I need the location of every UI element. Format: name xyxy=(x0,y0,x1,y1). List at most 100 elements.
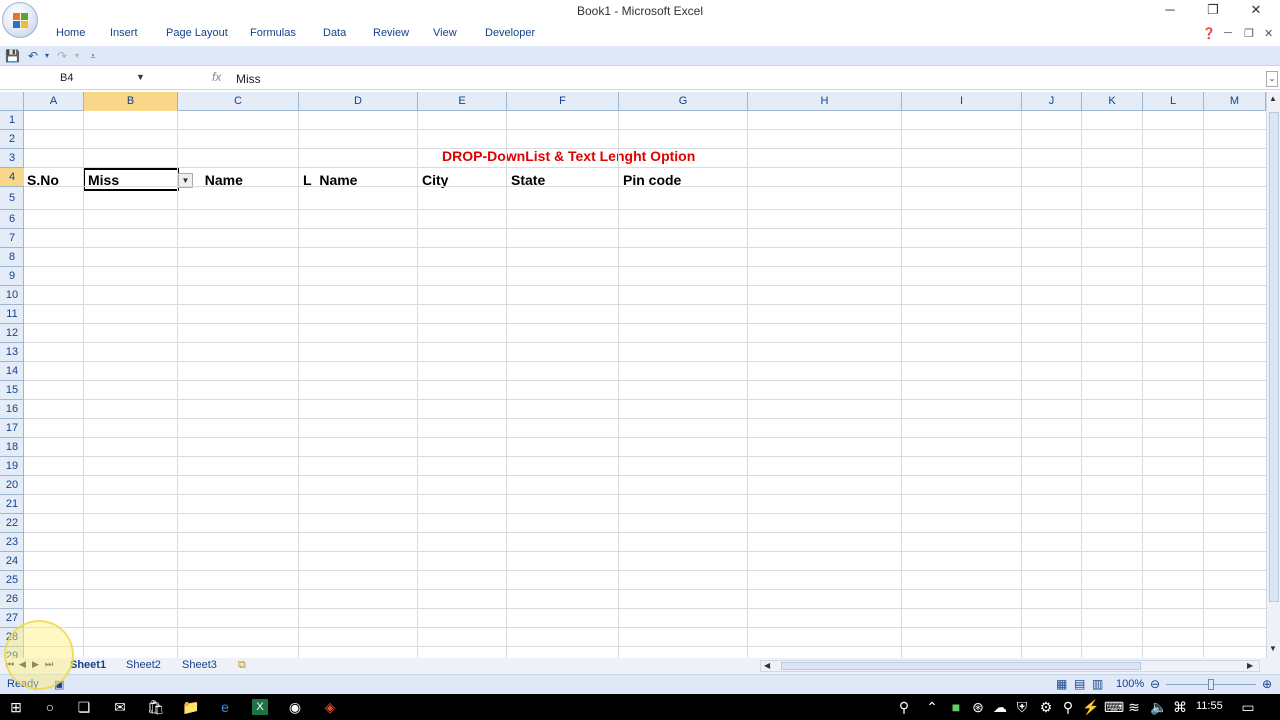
task-view-icon[interactable]: ❏ xyxy=(76,699,92,715)
name-box-dropdown-icon[interactable]: ▼ xyxy=(136,72,145,82)
edge-icon[interactable]: e xyxy=(217,699,233,715)
row-header-4[interactable]: 4 xyxy=(0,168,24,187)
chrome-icon[interactable]: ⊛ xyxy=(970,699,986,715)
row-header-12[interactable]: 12 xyxy=(0,324,24,343)
tab-data[interactable]: Data xyxy=(323,27,346,39)
row-header-23[interactable]: 23 xyxy=(0,533,24,552)
expand-formula-bar-icon[interactable]: ⌄ xyxy=(1266,71,1278,87)
column-header-m[interactable]: M xyxy=(1204,92,1266,111)
office-button[interactable] xyxy=(2,2,38,38)
horizontal-scrollbar[interactable]: ◀ ▶ xyxy=(760,660,1260,672)
start-icon[interactable]: ⊞ xyxy=(8,699,24,715)
help-icon[interactable]: ❓ xyxy=(1202,27,1216,40)
column-header-i[interactable]: I xyxy=(902,92,1022,111)
excel-icon[interactable]: X xyxy=(252,699,268,715)
onedrive-icon[interactable]: ☁ xyxy=(992,699,1008,715)
network-adapter-icon[interactable]: ⚙ xyxy=(1038,699,1054,715)
column-header-l[interactable]: L xyxy=(1143,92,1204,111)
people-icon[interactable]: ⚲ xyxy=(896,699,912,715)
row-header-9[interactable]: 9 xyxy=(0,267,24,286)
row-header-5[interactable]: 5 xyxy=(0,187,24,210)
mail-icon[interactable]: ✉ xyxy=(112,699,128,715)
close-button[interactable]: ✕ xyxy=(1246,2,1266,18)
zoom-in-icon[interactable]: ⊕ xyxy=(1262,677,1272,691)
row-header-20[interactable]: 20 xyxy=(0,476,24,495)
row-header-16[interactable]: 16 xyxy=(0,400,24,419)
formula-input[interactable]: Miss xyxy=(236,72,261,86)
undo-icon[interactable]: ↶ xyxy=(26,49,40,63)
horizontal-scroll-thumb[interactable] xyxy=(781,662,1141,670)
worksheet-grid[interactable]: A B C D E F G H I J K L M 1 2 3 4 5 6 7 8 9 10 11 1… xyxy=(0,92,1266,660)
clock[interactable]: 11:55 xyxy=(1196,700,1223,712)
action-center-icon[interactable]: ▭ xyxy=(1240,699,1256,715)
column-header-b[interactable]: B xyxy=(84,92,178,111)
column-header-d[interactable]: D xyxy=(299,92,418,111)
column-header-e[interactable]: E xyxy=(418,92,507,111)
row-header-19[interactable]: 19 xyxy=(0,457,24,476)
sheet-title-cell[interactable]: DROP-DownList & Text Lenght Option xyxy=(442,148,695,164)
redo-icon[interactable]: ↷ xyxy=(55,49,69,63)
zoom-out-icon[interactable]: ⊖ xyxy=(1150,677,1160,691)
customize-toolbar-icon[interactable]: ⩡ xyxy=(86,49,100,63)
row-header-17[interactable]: 17 xyxy=(0,419,24,438)
tray-app-icon[interactable]: ■ xyxy=(948,699,964,715)
vertical-scroll-thumb[interactable] xyxy=(1269,112,1279,602)
app-icon[interactable]: ◈ xyxy=(322,699,338,715)
row-header-11[interactable]: 11 xyxy=(0,305,24,324)
undo-dropdown-icon[interactable]: ▾ xyxy=(40,49,54,63)
tab-developer[interactable]: Developer xyxy=(485,27,535,39)
row-header-1[interactable]: 1 xyxy=(0,111,24,130)
column-header-c[interactable]: C xyxy=(178,92,299,111)
ribbon-restore-icon[interactable]: ❐ xyxy=(1244,27,1254,40)
redo-dropdown-icon[interactable]: ▾ xyxy=(70,49,84,63)
row-header-25[interactable]: 25 xyxy=(0,571,24,590)
tab-view[interactable]: View xyxy=(433,27,457,39)
tray-expand-icon[interactable]: ⌃ xyxy=(924,699,940,715)
shield-icon[interactable]: ⛨ xyxy=(1014,699,1030,715)
name-box[interactable]: B4 xyxy=(2,70,148,88)
vertical-scrollbar[interactable]: ▲ ▼ xyxy=(1266,92,1280,660)
page-break-view-icon[interactable]: ▥ xyxy=(1092,677,1103,691)
normal-view-icon[interactable]: ▦ xyxy=(1056,677,1067,691)
row-header-10[interactable]: 10 xyxy=(0,286,24,305)
ribbon-minimize-icon[interactable]: ─ xyxy=(1224,27,1232,39)
media-icon[interactable]: ◉ xyxy=(287,699,303,715)
column-header-f[interactable]: F xyxy=(507,92,619,111)
row-header-6[interactable]: 6 xyxy=(0,210,24,229)
scroll-down-icon[interactable]: ▼ xyxy=(1269,644,1277,653)
scroll-right-icon[interactable]: ▶ xyxy=(1247,661,1253,670)
insert-sheet-icon[interactable]: ⧉ xyxy=(238,659,246,672)
row-header-18[interactable]: 18 xyxy=(0,438,24,457)
sheet-tab-sheet1[interactable]: Sheet1 xyxy=(70,659,106,671)
column-header-k[interactable]: K xyxy=(1082,92,1143,111)
scroll-up-icon[interactable]: ▲ xyxy=(1269,94,1277,103)
search-tray-icon[interactable]: ⚲ xyxy=(1060,699,1076,715)
restore-button[interactable]: ❐ xyxy=(1203,2,1223,18)
select-all-corner[interactable] xyxy=(0,92,24,111)
keyboard-icon[interactable]: ⌨ xyxy=(1104,699,1124,715)
column-header-a[interactable]: A xyxy=(24,92,84,111)
zoom-slider-handle[interactable] xyxy=(1208,679,1214,690)
row-header-13[interactable]: 13 xyxy=(0,343,24,362)
row-header-15[interactable]: 15 xyxy=(0,381,24,400)
wifi-icon[interactable]: ≋ xyxy=(1126,699,1142,715)
insert-function-icon[interactable]: fx xyxy=(212,70,221,84)
row-header-14[interactable]: 14 xyxy=(0,362,24,381)
tab-home[interactable]: Home xyxy=(56,27,85,39)
row-header-7[interactable]: 7 xyxy=(0,229,24,248)
column-header-g[interactable]: G xyxy=(619,92,748,111)
volume-icon[interactable]: 🔈 xyxy=(1150,699,1167,715)
column-header-j[interactable]: J xyxy=(1022,92,1082,111)
power-icon[interactable]: ⚡ xyxy=(1082,699,1099,715)
row-header-24[interactable]: 24 xyxy=(0,552,24,571)
tab-review[interactable]: Review xyxy=(373,27,409,39)
minimize-button[interactable]: ─ xyxy=(1160,2,1180,17)
zoom-level[interactable]: 100% xyxy=(1116,678,1144,690)
sheet-tab-sheet3[interactable]: Sheet3 xyxy=(182,659,217,671)
tab-formulas[interactable]: Formulas xyxy=(250,27,296,39)
row-header-26[interactable]: 26 xyxy=(0,590,24,609)
page-layout-view-icon[interactable]: ▤ xyxy=(1074,677,1085,691)
row-header-2[interactable]: 2 xyxy=(0,130,24,149)
row-header-22[interactable]: 22 xyxy=(0,514,24,533)
file-explorer-icon[interactable]: 📁 xyxy=(182,699,199,715)
